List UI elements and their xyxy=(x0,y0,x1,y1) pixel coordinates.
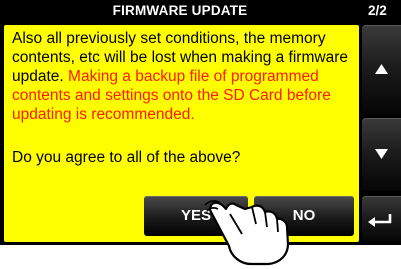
screen-title: FIRMWARE UPDATE xyxy=(112,3,248,18)
title-bar: FIRMWARE UPDATE 2/2 xyxy=(0,0,401,22)
update-message: Also all previously set conditions, the … xyxy=(12,29,357,124)
return-arrow-icon xyxy=(368,214,392,227)
up-arrow-icon xyxy=(375,64,388,74)
message-panel: Also all previously set conditions, the … xyxy=(4,25,359,242)
back-button[interactable] xyxy=(362,196,401,242)
device-screen: FIRMWARE UPDATE 2/2 Also all previously … xyxy=(0,0,401,245)
page-indicator: 2/2 xyxy=(368,3,387,18)
no-button[interactable]: NO xyxy=(254,196,354,236)
agree-question: Do you agree to all of the above? xyxy=(12,149,241,166)
scroll-down-button[interactable] xyxy=(362,118,401,191)
scroll-up-button[interactable] xyxy=(362,25,401,115)
down-arrow-icon xyxy=(375,149,388,159)
yes-button[interactable]: YES xyxy=(144,196,248,236)
